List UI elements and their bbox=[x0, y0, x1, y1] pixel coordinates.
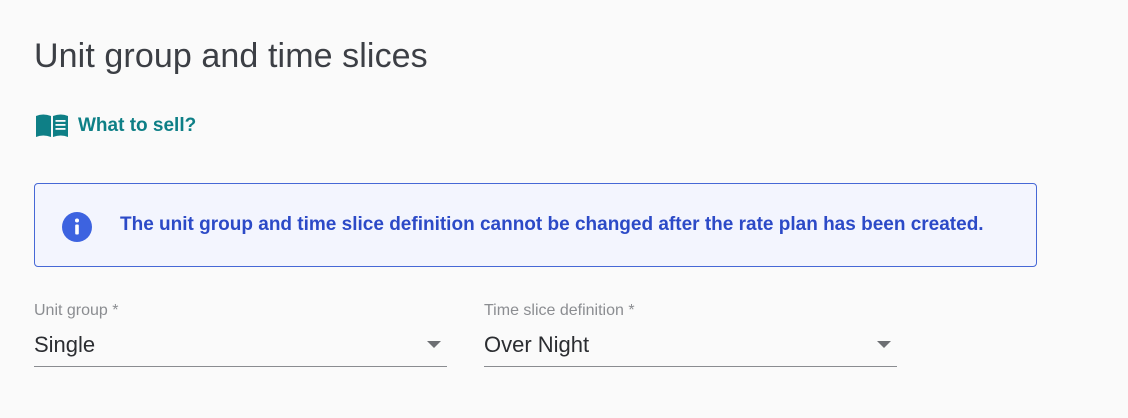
unit-group-value: Single bbox=[34, 332, 96, 357]
unit-group-label: Unit group * bbox=[34, 302, 119, 319]
time-slice-definition-label: Time slice definition * bbox=[484, 302, 635, 319]
alert-message: The unit group and time slice definition… bbox=[120, 214, 984, 235]
what-to-sell-label: What to sell? bbox=[78, 115, 197, 136]
chevron-down-icon[interactable] bbox=[877, 341, 891, 348]
page-title: Unit group and time slices bbox=[34, 37, 428, 75]
time-slice-definition-select[interactable]: Time slice definition * Over Night bbox=[484, 300, 897, 368]
time-slice-definition-value: Over Night bbox=[484, 332, 590, 357]
unit-group-underline bbox=[34, 366, 447, 367]
what-to-sell-link[interactable]: What to sell? bbox=[35, 113, 196, 139]
chevron-down-icon[interactable] bbox=[427, 341, 441, 348]
unit-group-select[interactable]: Unit group * Single bbox=[34, 300, 447, 368]
page: Unit group and time slices What to sell?… bbox=[0, 0, 1128, 418]
book-icon bbox=[35, 113, 69, 139]
info-alert: The unit group and time slice definition… bbox=[34, 183, 1037, 267]
time-slice-definition-underline bbox=[484, 366, 897, 367]
info-icon bbox=[62, 212, 92, 242]
